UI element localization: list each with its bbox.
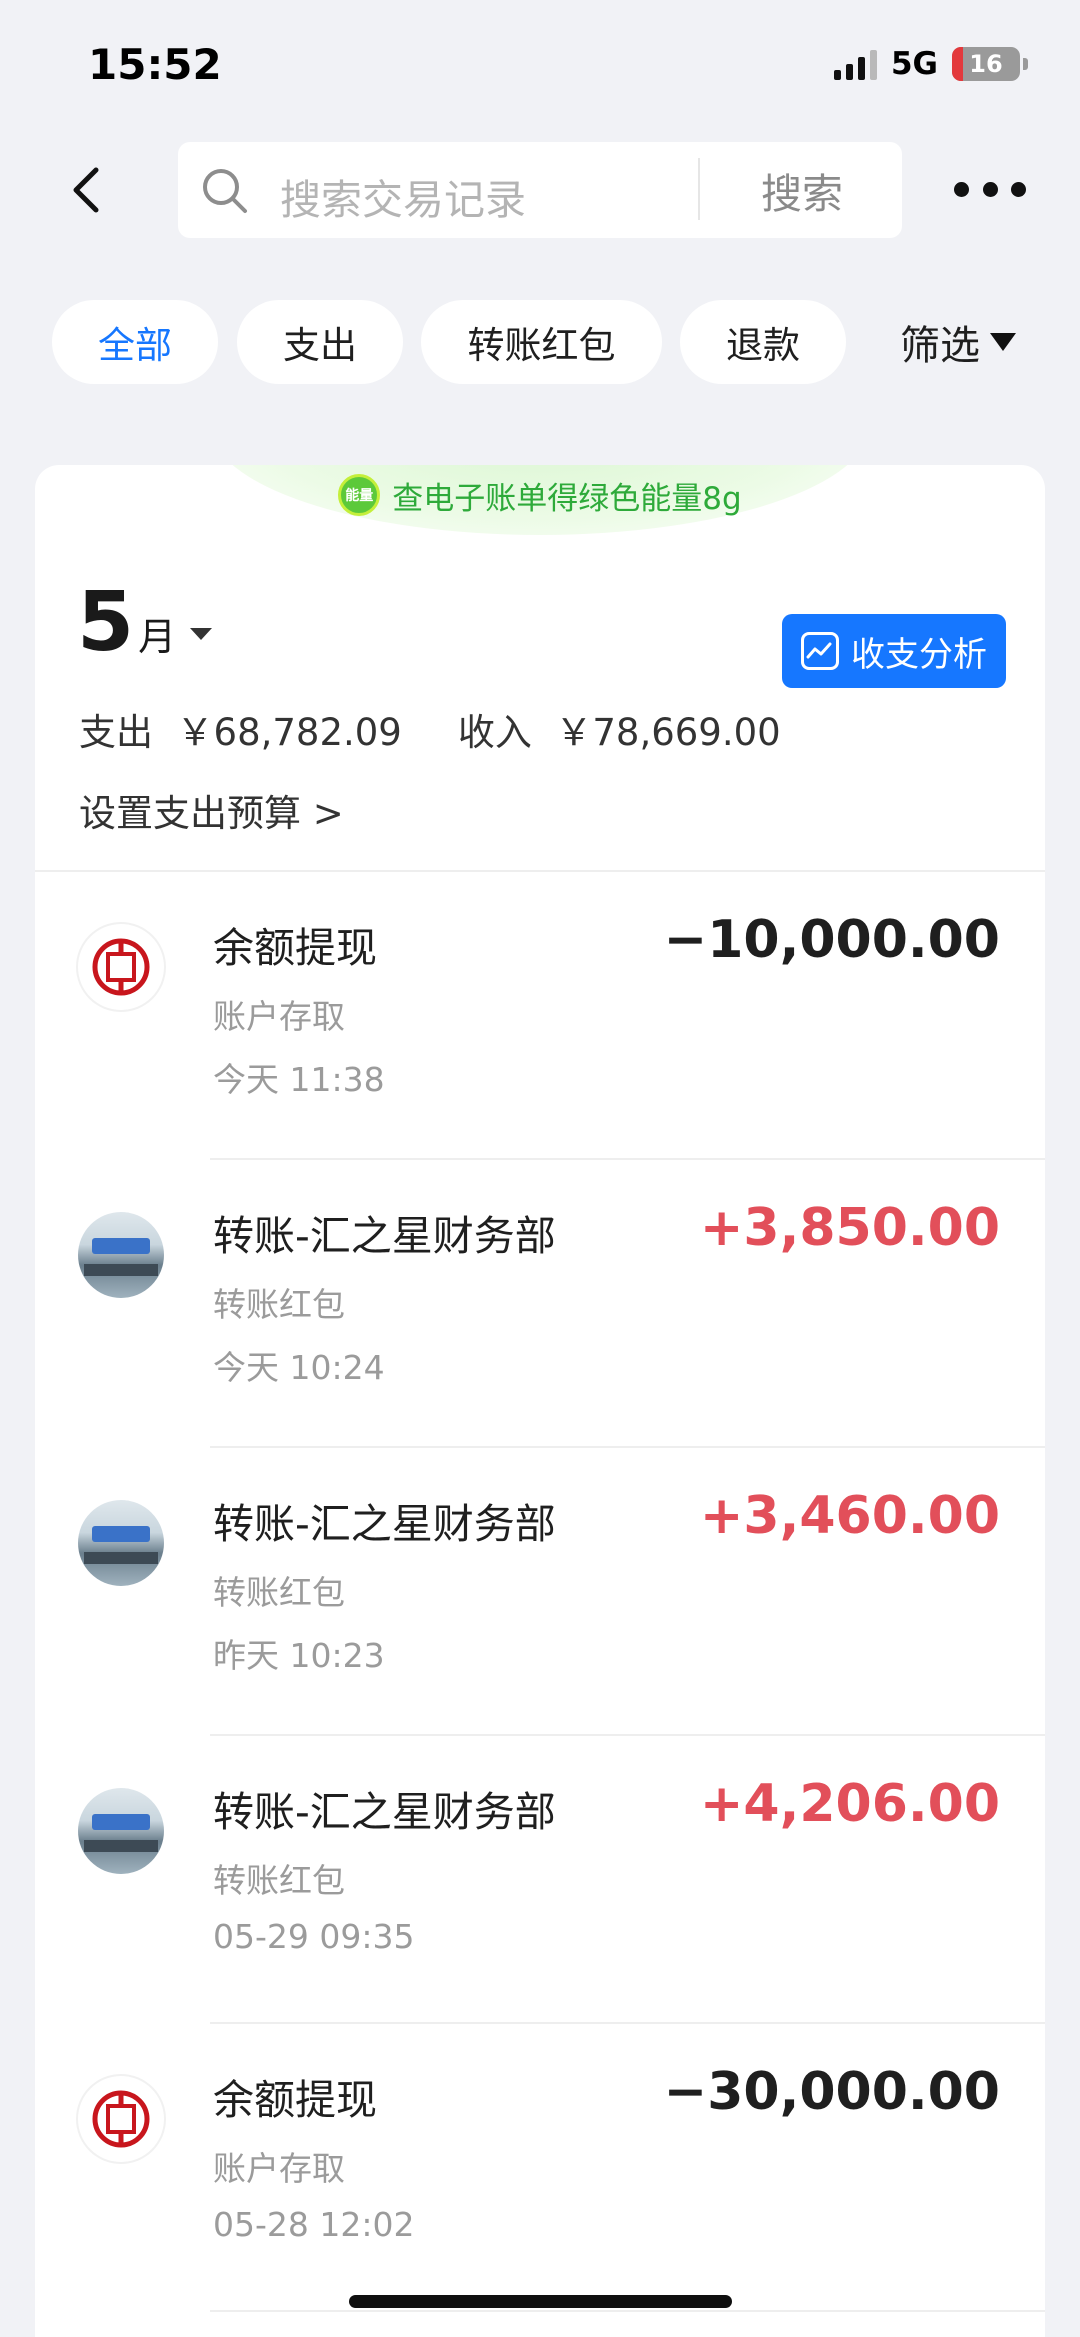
energy-banner[interactable]: 能量 查电子账单得绿色能量8g bbox=[210, 465, 870, 535]
transaction-row[interactable]: 余额提现 账户存取 05-28 12:02 −30,000.00 bbox=[35, 2024, 1045, 2312]
budget-link[interactable]: 设置支出预算 > bbox=[79, 783, 344, 837]
transaction-amount: +3,460.00 bbox=[699, 1486, 1000, 1546]
search-box[interactable]: 搜索交易记录 搜索 bbox=[178, 142, 902, 238]
transaction-category: 转账红包 bbox=[213, 1573, 345, 1612]
contact-avatar bbox=[78, 1212, 164, 1298]
filter-chip-expense[interactable]: 支出 bbox=[237, 300, 403, 384]
filter-label: 筛选 bbox=[900, 323, 980, 369]
transaction-title: 转账-汇之星财务部 bbox=[213, 1500, 556, 1548]
search-button[interactable]: 搜索 bbox=[702, 142, 902, 238]
transaction-amount: −10,000.00 bbox=[663, 910, 1000, 970]
transaction-time: 昨天 10:23 bbox=[213, 1636, 385, 1675]
bank-logo-icon bbox=[78, 924, 164, 1010]
month-number: 5 bbox=[77, 575, 135, 670]
trend-chart-icon bbox=[801, 632, 839, 670]
caret-down-icon bbox=[990, 333, 1016, 351]
transaction-time: 今天 11:38 bbox=[213, 1060, 385, 1099]
search-icon bbox=[203, 169, 247, 213]
income-total: ￥78,669.00 bbox=[555, 711, 781, 754]
header: 搜索交易记录 搜索 bbox=[0, 140, 1080, 240]
transaction-time: 今天 10:24 bbox=[213, 1348, 385, 1387]
transaction-row[interactable]: 转账-汇之星财务部 转账红包 05-29 09:35 +4,206.00 bbox=[35, 1736, 1045, 2024]
filter-chip-transfer[interactable]: 转账红包 bbox=[421, 300, 662, 384]
analysis-button-label: 收支分析 bbox=[851, 634, 987, 675]
transaction-amount: +3,850.00 bbox=[699, 1198, 1000, 1258]
analysis-button[interactable]: 收支分析 bbox=[782, 614, 1006, 688]
home-indicator[interactable] bbox=[349, 2295, 732, 2308]
transaction-title: 转账-汇之星财务部 bbox=[213, 1212, 556, 1260]
month-selector[interactable]: 5 月 bbox=[77, 575, 213, 670]
transaction-row[interactable]: 转账-汇之星财务部 转账红包 今天 10:24 +3,850.00 bbox=[35, 1160, 1045, 1448]
transaction-title: 余额提现 bbox=[213, 2076, 377, 2124]
contact-avatar bbox=[78, 1500, 164, 1586]
status-bar: 15:52 5G 16 bbox=[0, 0, 1080, 130]
filter-chip-refund[interactable]: 退款 bbox=[680, 300, 846, 384]
expense-total: ￥68,782.09 bbox=[176, 711, 402, 754]
income-label: 收入 bbox=[457, 711, 532, 754]
energy-icon: 能量 bbox=[338, 474, 381, 516]
energy-banner-text: 查电子账单得绿色能量8g bbox=[392, 480, 742, 517]
filter-chip-all[interactable]: 全部 bbox=[52, 300, 218, 384]
transaction-category: 账户存取 bbox=[213, 2149, 345, 2188]
transaction-amount: +4,206.00 bbox=[699, 1774, 1000, 1834]
network-label: 5G bbox=[890, 46, 938, 82]
filter-dropdown[interactable]: 筛选 bbox=[900, 300, 1016, 384]
transaction-time: 05-28 12:02 bbox=[213, 2205, 415, 2244]
transactions-card: 能量 查电子账单得绿色能量8g 5 月 收支分析 支出 ￥68,782.09 收… bbox=[35, 465, 1045, 2337]
transaction-category: 账户存取 bbox=[213, 997, 345, 1036]
transaction-row[interactable]: 余额提现 账户存取 今天 11:38 −10,000.00 bbox=[35, 872, 1045, 1160]
month-caret-icon bbox=[190, 628, 213, 640]
month-unit: 月 bbox=[138, 615, 177, 659]
transaction-amount: −30,000.00 bbox=[663, 2062, 1000, 2122]
more-icon[interactable] bbox=[954, 174, 1026, 204]
transaction-title: 余额提现 bbox=[213, 924, 377, 972]
contact-avatar bbox=[78, 1788, 164, 1874]
battery-percent: 16 bbox=[969, 50, 1003, 78]
transaction-time: 05-29 09:35 bbox=[213, 1917, 415, 1956]
battery-icon: 16 bbox=[952, 47, 1020, 81]
transaction-row[interactable]: 转账-汇之星财务部 转账红包 昨天 10:23 +3,460.00 bbox=[35, 1448, 1045, 1736]
status-time: 15:52 bbox=[88, 40, 222, 89]
transaction-category: 转账红包 bbox=[213, 1861, 345, 1900]
search-input[interactable]: 搜索交易记录 bbox=[280, 166, 526, 226]
row-divider bbox=[210, 2310, 1045, 2312]
bank-logo-icon bbox=[78, 2076, 164, 2162]
back-arrow-icon[interactable] bbox=[62, 164, 114, 216]
transaction-category: 转账红包 bbox=[213, 1285, 345, 1324]
filter-bar: 全部 支出 转账红包 退款 筛选 bbox=[0, 300, 1080, 384]
month-summary: 支出 ￥68,782.09 收入 ￥78,669.00 bbox=[79, 702, 781, 756]
search-divider bbox=[698, 158, 700, 220]
transaction-title: 转账-汇之星财务部 bbox=[213, 1788, 556, 1836]
status-indicators: 5G 16 bbox=[833, 46, 1028, 82]
expense-label: 支出 bbox=[79, 711, 153, 754]
signal-icon bbox=[833, 48, 877, 80]
